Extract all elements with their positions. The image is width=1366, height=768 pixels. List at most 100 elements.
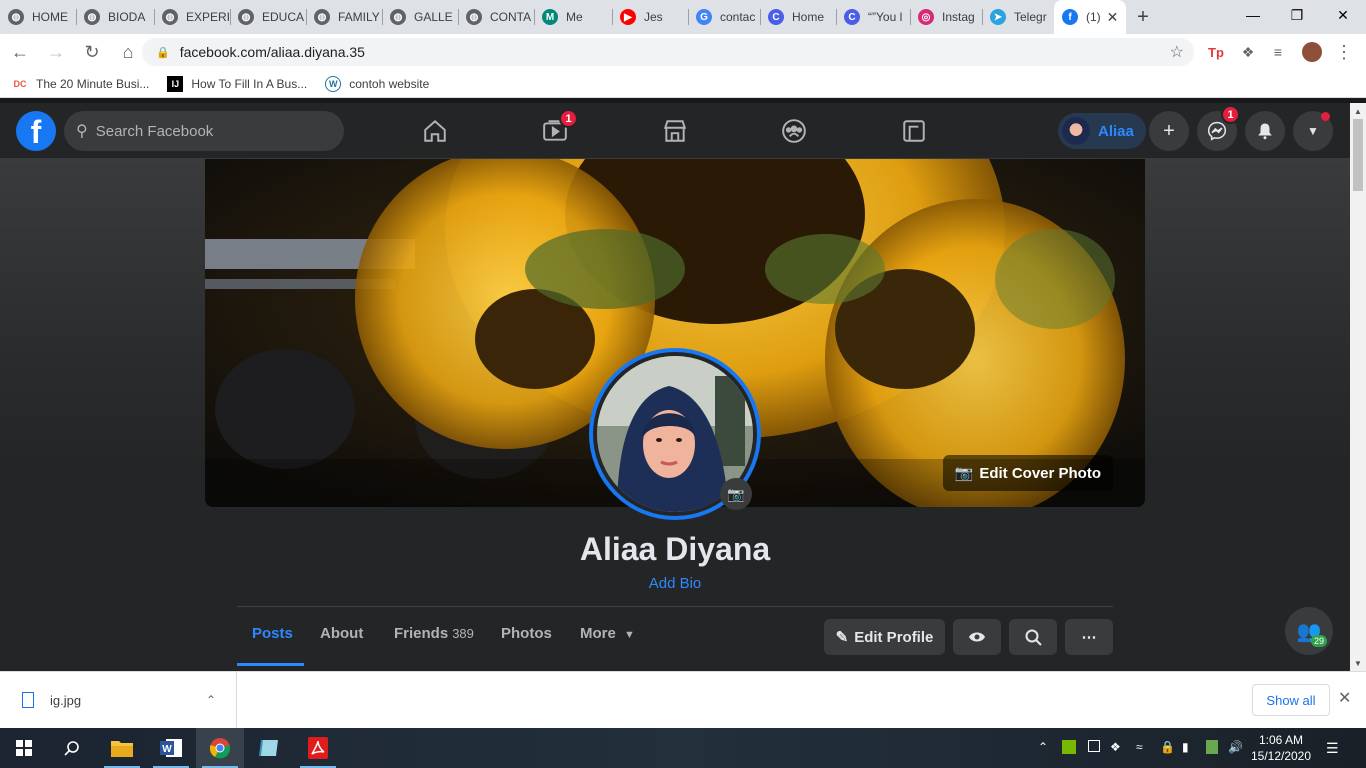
google-icon: G — [696, 9, 712, 25]
browser-tab[interactable]: f (1) ✕ — [1054, 0, 1126, 34]
notifications-button[interactable] — [1245, 111, 1285, 151]
reload-button[interactable]: ↻ — [76, 36, 108, 68]
browser-tab[interactable]: ◍ CONTA — [458, 0, 534, 34]
browser-tab[interactable]: ◍ EXPERI — [154, 0, 230, 34]
bookmark-item[interactable]: DC The 20 Minute Busi... — [12, 76, 150, 92]
more-options-button[interactable]: ⋯ — [1065, 619, 1113, 655]
browser-tab[interactable]: C Home — [760, 0, 836, 34]
ellipsis-icon: ⋯ — [1081, 629, 1097, 646]
globe-icon: ◍ — [390, 9, 406, 25]
browser-tab[interactable]: C “”You l — [836, 0, 910, 34]
tab-label: EDUCA — [262, 10, 305, 24]
scrollbar-thumb[interactable] — [1353, 119, 1363, 191]
scroll-down-icon[interactable]: ▼ — [1350, 655, 1366, 671]
word-taskbar-button[interactable]: W — [147, 728, 195, 768]
back-button[interactable]: ← — [4, 36, 36, 68]
tab-friends[interactable]: Friends 389 — [394, 625, 474, 642]
chrome-taskbar-button[interactable] — [196, 728, 244, 768]
nav-gaming[interactable] — [858, 103, 970, 159]
tab-more[interactable]: More ▼ — [580, 625, 635, 642]
messenger-badge: 1 — [1221, 105, 1240, 124]
forward-button[interactable]: → — [40, 36, 72, 68]
chrome-menu-icon[interactable]: ⋮ — [1334, 42, 1354, 62]
browser-tab[interactable]: ◎ Instag — [910, 0, 982, 34]
close-window-button[interactable]: ✕ — [1320, 0, 1366, 30]
tab-photos[interactable]: Photos — [501, 625, 552, 642]
browser-tab[interactable]: ◍ FAMILY — [306, 0, 382, 34]
chevron-up-icon[interactable]: ⌃ — [206, 693, 216, 707]
close-tab-icon[interactable]: ✕ — [1101, 9, 1119, 26]
messenger-icon — [1207, 121, 1227, 141]
messenger-button[interactable]: 1 — [1197, 105, 1240, 151]
address-bar[interactable]: 🔒 facebook.com/aliaa.diyana.35 ☆ — [142, 38, 1194, 66]
taskbar-clock[interactable]: 1:06 AM 15/12/2020 — [1246, 732, 1316, 764]
browser-tab[interactable]: ▶ Jes — [612, 0, 688, 34]
nav-marketplace[interactable] — [619, 103, 731, 159]
update-profile-picture-button[interactable]: 📷 — [720, 478, 752, 510]
facebook-logo[interactable]: f — [16, 111, 56, 151]
tab-about[interactable]: About — [320, 625, 363, 642]
notifications-icon[interactable]: ☰ — [1326, 740, 1339, 757]
add-bio-link[interactable]: Add Bio — [0, 575, 1350, 592]
edit-profile-button[interactable]: ✎ Edit Profile — [824, 619, 945, 655]
account-menu-button[interactable]: ▼ — [1293, 111, 1333, 151]
profile-chip[interactable]: Aliaa — [1058, 113, 1146, 149]
globe-icon: ◍ — [162, 9, 178, 25]
device-icon[interactable] — [1088, 740, 1100, 752]
puzzle-extension-icon[interactable]: ❖ — [1238, 42, 1258, 62]
search-taskbar-button[interactable] — [48, 728, 96, 768]
home-button[interactable]: ⌂ — [112, 36, 144, 68]
file-explorer-taskbar-button[interactable] — [98, 728, 146, 768]
tab-label: Me — [566, 10, 583, 24]
start-button[interactable] — [0, 728, 48, 768]
wifi-icon[interactable]: ≈ — [1136, 740, 1143, 754]
page-scrollbar[interactable]: ▲ ▼ — [1350, 103, 1366, 671]
scroll-up-icon[interactable]: ▲ — [1350, 103, 1366, 119]
close-download-shelf-icon[interactable]: ✕ — [1338, 688, 1351, 708]
search-profile-button[interactable] — [1009, 619, 1057, 655]
maximize-button[interactable]: ❐ — [1274, 0, 1320, 30]
acrobat-taskbar-button[interactable] — [294, 728, 342, 768]
tray-overflow-icon[interactable]: ⌃ — [1038, 740, 1048, 754]
nav-groups[interactable] — [738, 103, 850, 159]
tp-extension-icon[interactable]: Tp — [1206, 42, 1226, 62]
browser-tab[interactable]: Gcontac — [688, 0, 760, 34]
app-taskbar-button[interactable] — [245, 728, 293, 768]
telegram-icon: ➤ — [990, 9, 1006, 25]
bookmark-item[interactable]: W contoh website — [325, 75, 429, 92]
nav-home[interactable] — [379, 103, 491, 159]
bluetooth-icon[interactable]: ❖ — [1110, 740, 1121, 754]
camera-icon: 📷 — [954, 465, 974, 482]
contacts-button[interactable]: 👥 29 — [1285, 607, 1333, 655]
lock-icon[interactable]: 🔒 — [1160, 740, 1175, 754]
app-tray-icon[interactable] — [1206, 740, 1218, 754]
browser-tab[interactable]: ➤ Telegr — [982, 0, 1054, 34]
bookmark-item[interactable]: IJ How To Fill In A Bus... — [167, 75, 307, 92]
tab-label: GALLE — [414, 10, 453, 24]
battery-icon[interactable]: ▮ — [1182, 740, 1189, 754]
new-tab-button[interactable]: + — [1126, 0, 1160, 34]
media-control-icon[interactable]: ≡ — [1268, 42, 1288, 62]
browser-tab[interactable]: M Me — [534, 0, 612, 34]
profile-page: 📷 Edit Cover Photo 📷 Aliaa Diyana Add Bi… — [0, 159, 1350, 671]
nav-watch[interactable]: 1 — [499, 103, 611, 159]
app-icon — [259, 739, 278, 757]
bell-icon — [1258, 123, 1272, 140]
edit-cover-photo-button[interactable]: 📷 Edit Cover Photo — [942, 455, 1113, 491]
nvidia-icon[interactable] — [1062, 740, 1076, 754]
acrobat-icon — [308, 737, 328, 759]
bookmark-star-icon[interactable]: ☆ — [1170, 42, 1184, 62]
tab-posts[interactable]: Posts — [252, 625, 293, 642]
volume-icon[interactable]: 🔊 — [1228, 740, 1243, 754]
browser-tab[interactable]: ◍ GALLE — [382, 0, 458, 34]
browser-tab[interactable]: ◍ EDUCA — [230, 0, 306, 34]
create-button[interactable]: + — [1149, 111, 1189, 151]
facebook-search-input[interactable]: ⚲ Search Facebook — [64, 111, 344, 151]
view-as-button[interactable] — [953, 619, 1001, 655]
profile-avatar[interactable] — [1302, 42, 1322, 62]
show-all-button[interactable]: Show all — [1252, 684, 1330, 716]
minimize-button[interactable]: — — [1230, 0, 1276, 30]
browser-tab[interactable]: ◍ HOME — [0, 0, 76, 34]
download-item[interactable]: ig.jpg ⌃ — [0, 672, 237, 728]
browser-tab[interactable]: ◍ BIODA — [76, 0, 154, 34]
